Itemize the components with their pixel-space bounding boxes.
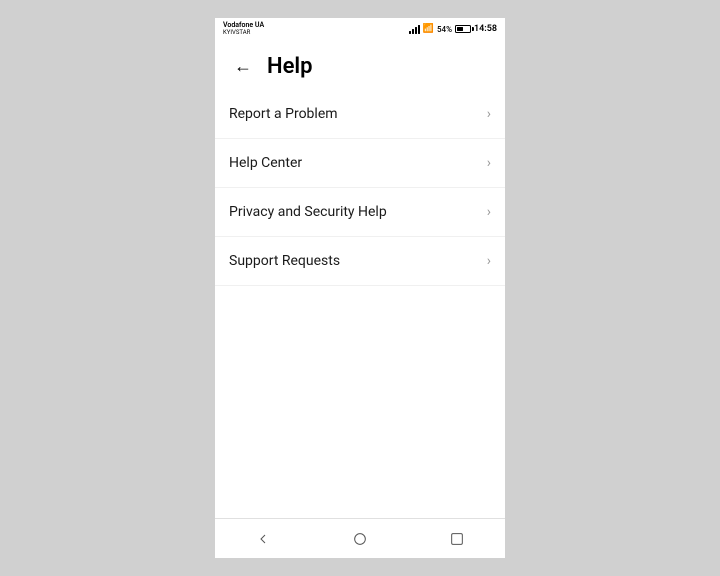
- nav-recents-button[interactable]: [439, 521, 475, 557]
- chevron-right-icon: ›: [487, 106, 491, 122]
- back-button[interactable]: ←: [229, 52, 257, 80]
- page-title: Help: [267, 54, 313, 79]
- menu-item-help-center[interactable]: Help Center ›: [215, 139, 505, 188]
- page-header: ← Help: [215, 40, 505, 90]
- nav-back-button[interactable]: [245, 521, 281, 557]
- menu-item-report-problem[interactable]: Report a Problem ›: [215, 90, 505, 139]
- nav-home-button[interactable]: [342, 521, 378, 557]
- menu-item-privacy-security[interactable]: Privacy and Security Help ›: [215, 188, 505, 237]
- battery-icon: [455, 25, 471, 33]
- status-bar: Vodafone UA KYIVSTAR 📶 54% 14:58: [215, 18, 505, 40]
- nav-bar: [215, 518, 505, 558]
- menu-item-label: Help Center: [229, 155, 302, 171]
- chevron-right-icon: ›: [487, 204, 491, 220]
- status-icons: 📶 54% 14:58: [409, 24, 497, 34]
- time-display: 14:58: [474, 24, 497, 34]
- chevron-right-icon: ›: [487, 155, 491, 171]
- back-arrow-icon: ←: [234, 56, 252, 77]
- battery-percent: 54%: [437, 25, 452, 34]
- chevron-right-icon: ›: [487, 253, 491, 269]
- menu-item-label: Support Requests: [229, 253, 340, 269]
- menu-item-label: Privacy and Security Help: [229, 204, 387, 220]
- signal-icon: [409, 25, 420, 34]
- phone-frame: Vodafone UA KYIVSTAR 📶 54% 14:58: [215, 18, 505, 558]
- menu-list: Report a Problem › Help Center › Privacy…: [215, 90, 505, 518]
- menu-item-label: Report a Problem: [229, 106, 338, 122]
- menu-item-support-requests[interactable]: Support Requests ›: [215, 237, 505, 286]
- nav-back-icon: [255, 531, 271, 547]
- nav-recents-icon: [449, 531, 465, 547]
- carrier-sub: KYIVSTAR: [223, 30, 264, 37]
- nav-home-icon: [352, 531, 368, 547]
- carrier-info: Vodafone UA KYIVSTAR: [223, 22, 264, 36]
- page-content: ← Help Report a Problem › Help Center › …: [215, 40, 505, 518]
- wifi-icon: 📶: [423, 24, 434, 34]
